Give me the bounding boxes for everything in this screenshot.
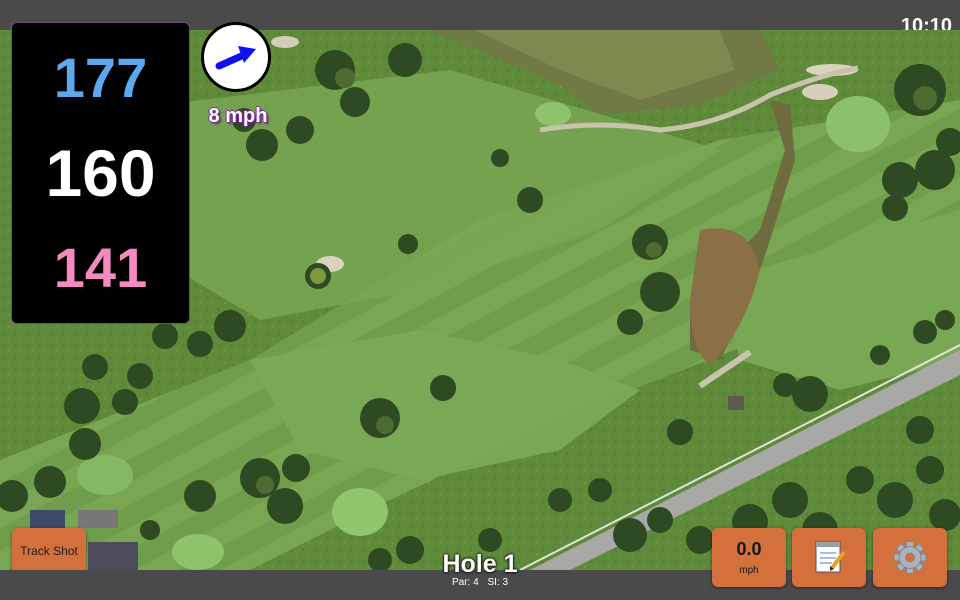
notepad-icon	[815, 541, 846, 573]
speed-button[interactable]: 0.0 mph	[712, 528, 786, 587]
hole-title: Hole 1	[442, 550, 518, 578]
distance-panel: 177 160 141	[11, 22, 190, 324]
hole-info: Par: 4 SI: 3	[380, 577, 580, 588]
par-label: Par: 4	[451, 577, 479, 588]
front-distance: 141	[53, 236, 148, 299]
track-shot-label: Track Shot	[20, 544, 78, 558]
speed-unit: mph	[739, 565, 759, 576]
back-distance: 177	[53, 46, 148, 109]
arrow-icon	[215, 46, 256, 70]
gear-icon	[893, 541, 927, 574]
wind-indicator[interactable]	[201, 22, 271, 92]
speed-value: 0.0	[736, 539, 762, 559]
wind-speed-label: 8 mph	[208, 105, 268, 127]
middle-distance: 160	[45, 136, 156, 210]
settings-button[interactable]	[873, 528, 947, 587]
stroke-index-label: SI: 3	[487, 577, 509, 588]
notes-button[interactable]	[792, 528, 866, 587]
